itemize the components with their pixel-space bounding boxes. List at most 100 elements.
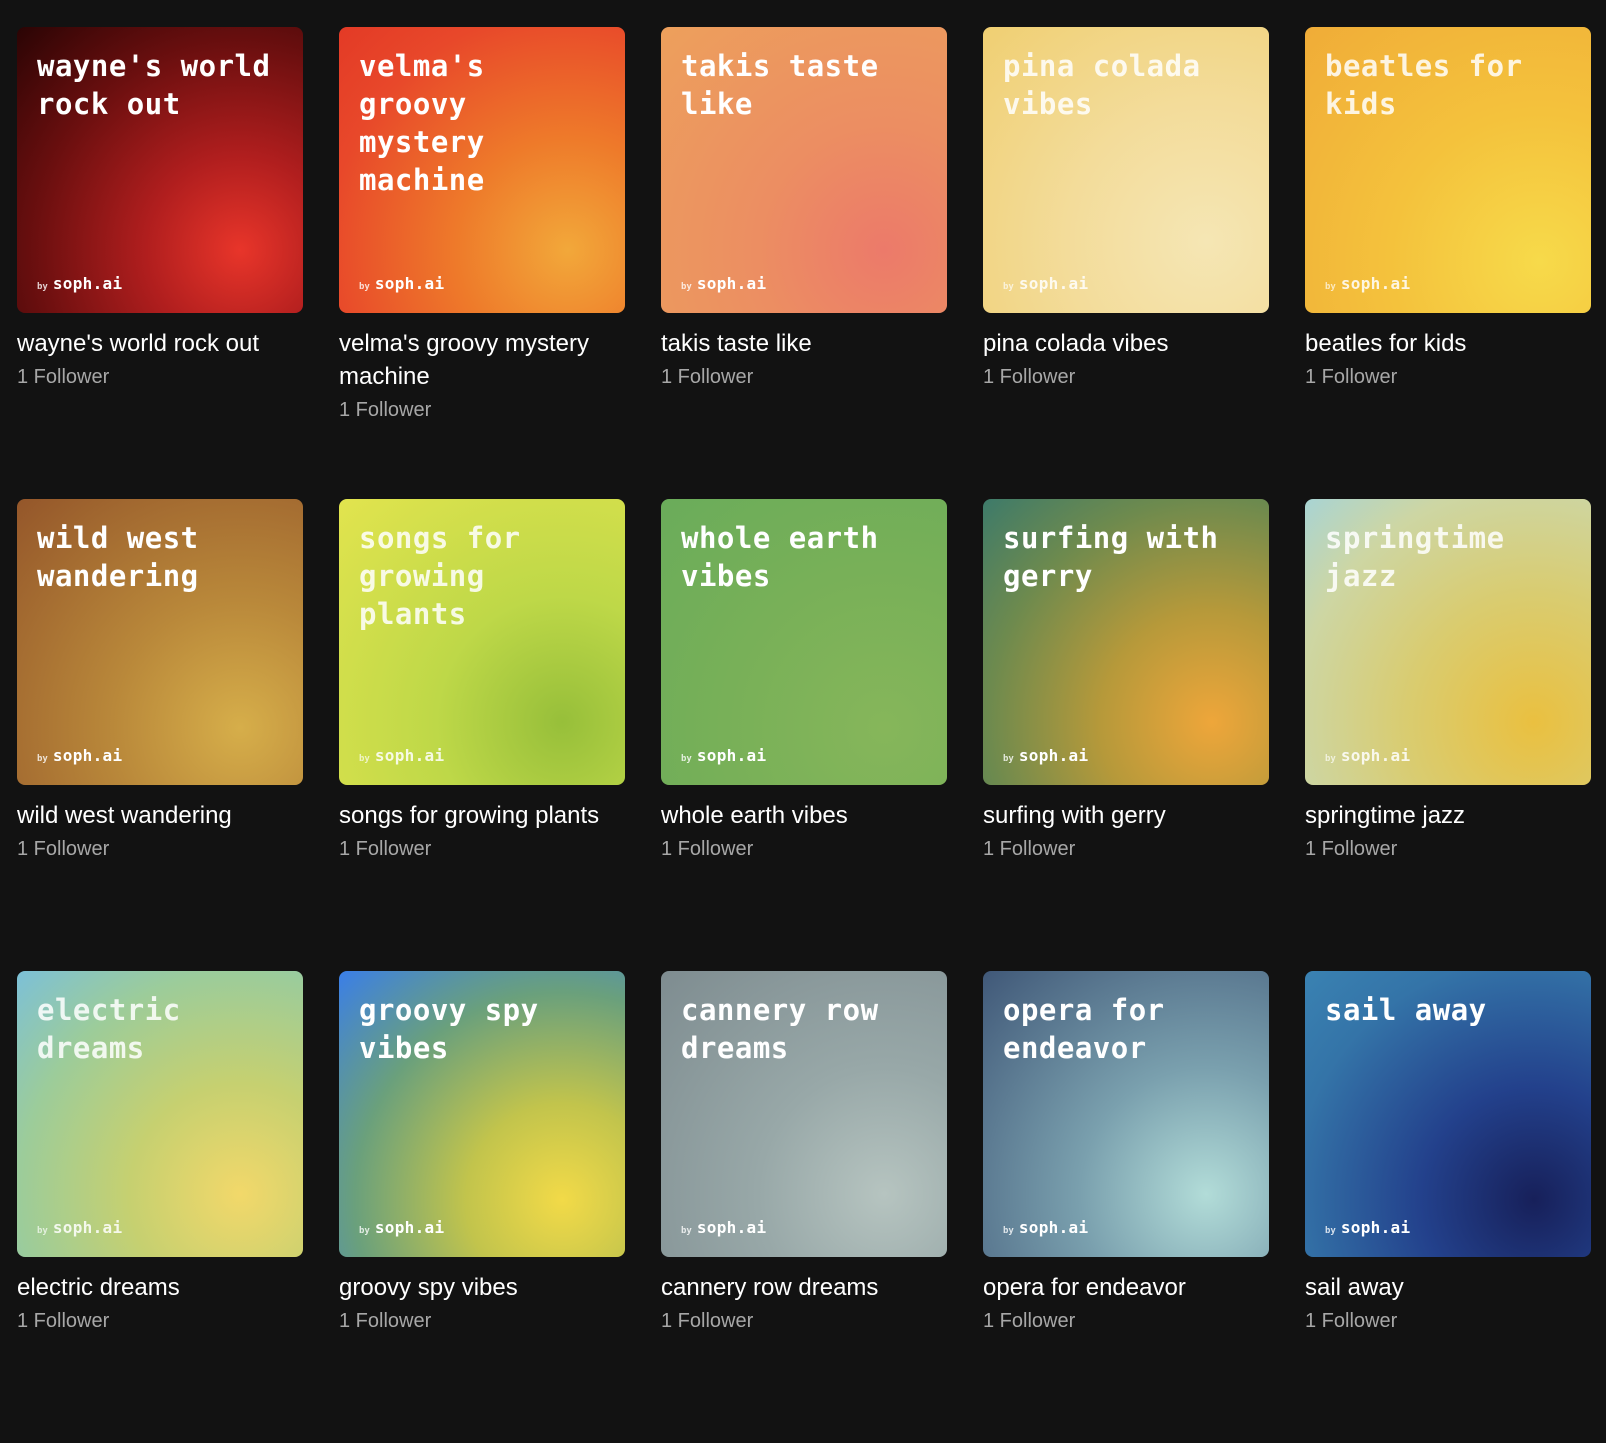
brand-by: by	[37, 282, 48, 292]
brand-mark: by soph.ai	[37, 746, 122, 765]
playlist-card[interactable]: cannery row dreams by soph.ai cannery ro…	[661, 971, 947, 1443]
brand-by: by	[37, 1226, 48, 1236]
playlist-cover[interactable]: opera for endeavor by soph.ai	[983, 971, 1269, 1257]
playlist-title[interactable]: electric dreams	[17, 1271, 287, 1304]
follower-count: 1 Follower	[983, 366, 1076, 388]
brand-by: by	[1325, 754, 1336, 764]
playlist-cover[interactable]: songs for growing plants by soph.ai	[339, 499, 625, 785]
playlist-title[interactable]: sail away	[1305, 1271, 1575, 1304]
brand-mark: by soph.ai	[681, 746, 766, 765]
playlist-cover[interactable]: whole earth vibes by soph.ai	[661, 499, 947, 785]
cover-title: pina colada vibes	[1003, 49, 1201, 121]
playlist-title[interactable]: surfing with gerry	[983, 799, 1253, 832]
playlist-card[interactable]: velma's groovy mystery machine by soph.a…	[339, 27, 625, 499]
playlist-title[interactable]: beatles for kids	[1305, 327, 1575, 360]
follower-count: 1 Follower	[339, 838, 432, 860]
cover-title: velma's groovy mystery machine	[359, 49, 485, 197]
brand-by: by	[359, 754, 370, 764]
cover-title: wild west wandering	[37, 521, 199, 593]
follower-count: 1 Follower	[339, 399, 432, 421]
brand-name: soph.ai	[1018, 274, 1089, 293]
follower-count: 1 Follower	[17, 366, 110, 388]
brand-mark: by soph.ai	[681, 1218, 766, 1237]
brand-name: soph.ai	[696, 1218, 767, 1237]
cover-title: songs for growing plants	[359, 521, 521, 631]
brand-mark: by soph.ai	[1003, 274, 1088, 293]
brand-by: by	[359, 1226, 370, 1236]
follower-count: 1 Follower	[983, 1310, 1076, 1332]
playlist-title[interactable]: springtime jazz	[1305, 799, 1575, 832]
playlist-card[interactable]: pina colada vibes by soph.ai pina colada…	[983, 27, 1269, 499]
playlist-cover[interactable]: beatles for kids by soph.ai	[1305, 27, 1591, 313]
brand-mark: by soph.ai	[1325, 274, 1410, 293]
playlist-cover[interactable]: velma's groovy mystery machine by soph.a…	[339, 27, 625, 313]
brand-mark: by soph.ai	[359, 1218, 444, 1237]
playlist-cover[interactable]: cannery row dreams by soph.ai	[661, 971, 947, 1257]
brand-mark: by soph.ai	[37, 1218, 122, 1237]
brand-by: by	[1325, 282, 1336, 292]
brand-name: soph.ai	[1340, 1218, 1411, 1237]
brand-name: soph.ai	[52, 1218, 123, 1237]
playlist-card[interactable]: beatles for kids by soph.ai beatles for …	[1305, 27, 1591, 499]
cover-title: whole earth vibes	[681, 521, 879, 593]
playlist-card[interactable]: electric dreams by soph.ai electric drea…	[17, 971, 303, 1443]
brand-name: soph.ai	[1018, 1218, 1089, 1237]
cover-title: groovy spy vibes	[359, 993, 539, 1065]
playlist-cover[interactable]: sail away by soph.ai	[1305, 971, 1591, 1257]
brand-name: soph.ai	[1018, 746, 1089, 765]
cover-title: sail away	[1325, 993, 1487, 1027]
playlist-cover[interactable]: wild west wandering by soph.ai	[17, 499, 303, 785]
cover-title: electric dreams	[37, 993, 181, 1065]
playlist-card[interactable]: whole earth vibes by soph.ai whole earth…	[661, 499, 947, 971]
brand-name: soph.ai	[374, 1218, 445, 1237]
cover-title: wayne's world rock out	[37, 49, 271, 121]
brand-mark: by soph.ai	[359, 274, 444, 293]
brand-by: by	[1003, 754, 1014, 764]
follower-count: 1 Follower	[339, 1310, 432, 1332]
brand-by: by	[681, 1226, 692, 1236]
brand-name: soph.ai	[374, 746, 445, 765]
playlist-card[interactable]: sail away by soph.ai sail away 1 Followe…	[1305, 971, 1591, 1443]
playlist-cover[interactable]: pina colada vibes by soph.ai	[983, 27, 1269, 313]
playlist-cover[interactable]: surfing with gerry by soph.ai	[983, 499, 1269, 785]
playlist-title[interactable]: pina colada vibes	[983, 327, 1253, 360]
follower-count: 1 Follower	[17, 1310, 110, 1332]
playlist-card[interactable]: groovy spy vibes by soph.ai groovy spy v…	[339, 971, 625, 1443]
brand-mark: by soph.ai	[1325, 746, 1410, 765]
playlist-card[interactable]: wild west wandering by soph.ai wild west…	[17, 499, 303, 971]
brand-name: soph.ai	[374, 274, 445, 293]
playlist-cover[interactable]: springtime jazz by soph.ai	[1305, 499, 1591, 785]
playlist-card[interactable]: songs for growing plants by soph.ai song…	[339, 499, 625, 971]
playlist-card[interactable]: springtime jazz by soph.ai springtime ja…	[1305, 499, 1591, 971]
playlist-title[interactable]: groovy spy vibes	[339, 1271, 609, 1304]
cover-title: takis taste like	[681, 49, 879, 121]
playlist-title[interactable]: velma's groovy mystery machine	[339, 327, 609, 393]
playlist-title[interactable]: whole earth vibes	[661, 799, 931, 832]
playlist-title[interactable]: takis taste like	[661, 327, 931, 360]
playlist-title[interactable]: wayne's world rock out	[17, 327, 287, 360]
playlist-cover[interactable]: electric dreams by soph.ai	[17, 971, 303, 1257]
playlist-title[interactable]: opera for endeavor	[983, 1271, 1253, 1304]
follower-count: 1 Follower	[1305, 366, 1398, 388]
playlist-card[interactable]: wayne's world rock out by soph.ai wayne'…	[17, 27, 303, 499]
brand-mark: by soph.ai	[1003, 1218, 1088, 1237]
playlist-title[interactable]: songs for growing plants	[339, 799, 609, 832]
brand-mark: by soph.ai	[1003, 746, 1088, 765]
playlist-card[interactable]: opera for endeavor by soph.ai opera for …	[983, 971, 1269, 1443]
playlist-cover[interactable]: wayne's world rock out by soph.ai	[17, 27, 303, 313]
playlist-card[interactable]: takis taste like by soph.ai takis taste …	[661, 27, 947, 499]
playlist-title[interactable]: wild west wandering	[17, 799, 287, 832]
brand-name: soph.ai	[696, 274, 767, 293]
cover-title: springtime jazz	[1325, 521, 1505, 593]
brand-name: soph.ai	[696, 746, 767, 765]
cover-title: beatles for kids	[1325, 49, 1523, 121]
brand-name: soph.ai	[52, 274, 123, 293]
brand-by: by	[681, 282, 692, 292]
playlist-cover[interactable]: takis taste like by soph.ai	[661, 27, 947, 313]
playlist-card[interactable]: surfing with gerry by soph.ai surfing wi…	[983, 499, 1269, 971]
playlist-title[interactable]: cannery row dreams	[661, 1271, 931, 1304]
brand-mark: by soph.ai	[681, 274, 766, 293]
playlist-cover[interactable]: groovy spy vibes by soph.ai	[339, 971, 625, 1257]
follower-count: 1 Follower	[1305, 838, 1398, 860]
follower-count: 1 Follower	[983, 838, 1076, 860]
